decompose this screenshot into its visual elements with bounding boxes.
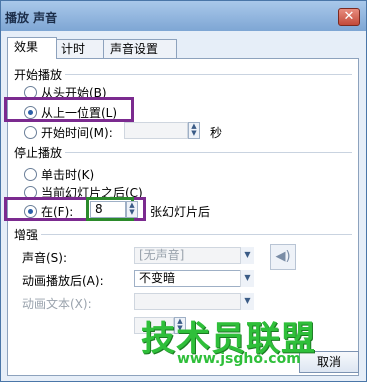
radio-start-time[interactable]: 开始时间(M): <box>24 124 113 141</box>
slides-suffix: 张幻灯片后 <box>150 205 211 219</box>
radio-after-slides[interactable]: 在(F): <box>24 203 73 220</box>
radio-label: 单击时(K) <box>41 168 95 182</box>
chevron-down-icon[interactable]: ▼ <box>240 270 254 287</box>
animate-text-dropdown[interactable] <box>134 293 254 310</box>
radio-button[interactable] <box>24 126 37 139</box>
chevron-down-icon[interactable]: ▼ <box>240 247 254 264</box>
dialog-window: 播放 声音 ✕ 效果 计时 声音设置 开始播放 从头开始(B) 从上一位置(L)… <box>0 0 367 382</box>
stop-group-label: 停止播放 <box>14 144 66 161</box>
tab-timing[interactable]: 计时 <box>54 39 106 58</box>
highlight-box <box>4 97 134 122</box>
close-icon[interactable]: ✕ <box>338 8 360 26</box>
after-animation-label: 动画播放后(A): <box>22 274 104 288</box>
radio-label: 开始时间(M): <box>41 126 113 140</box>
radio-on-click[interactable]: 单击时(K) <box>24 166 94 183</box>
chevron-down-icon[interactable]: ▼ <box>240 293 254 310</box>
watermark-url: www.jsgho.com <box>177 351 301 367</box>
radio-button-selected[interactable] <box>24 205 37 218</box>
start-group-label: 开始播放 <box>14 66 66 83</box>
after-animation-dropdown[interactable]: 不变暗 <box>134 270 254 287</box>
radio-button[interactable] <box>24 168 37 181</box>
animate-text-label: 动画文本(X): <box>22 297 92 311</box>
radio-label: 在(F): <box>41 205 74 219</box>
sound-dropdown[interactable]: [无声音] <box>134 247 254 264</box>
tab-effects[interactable]: 效果 <box>7 37 57 59</box>
group-divider <box>14 234 352 235</box>
start-time-spinner[interactable]: ▲ ▼ <box>188 122 200 139</box>
speaker-icon[interactable]: ◀) <box>270 244 296 270</box>
slides-count-input[interactable]: 8 <box>90 201 126 218</box>
slides-count-spinner[interactable]: ▲ ▼ <box>126 201 138 218</box>
tab-sound-settings[interactable]: 声音设置 <box>103 39 177 58</box>
window-title: 播放 声音 <box>5 11 58 25</box>
start-time-input[interactable] <box>124 122 188 139</box>
title-bar[interactable]: 播放 声音 ✕ <box>1 1 366 31</box>
enhance-group-label: 增强 <box>14 226 42 243</box>
sound-label: 声音(S): <box>22 251 68 265</box>
seconds-unit: 秒 <box>210 126 223 140</box>
